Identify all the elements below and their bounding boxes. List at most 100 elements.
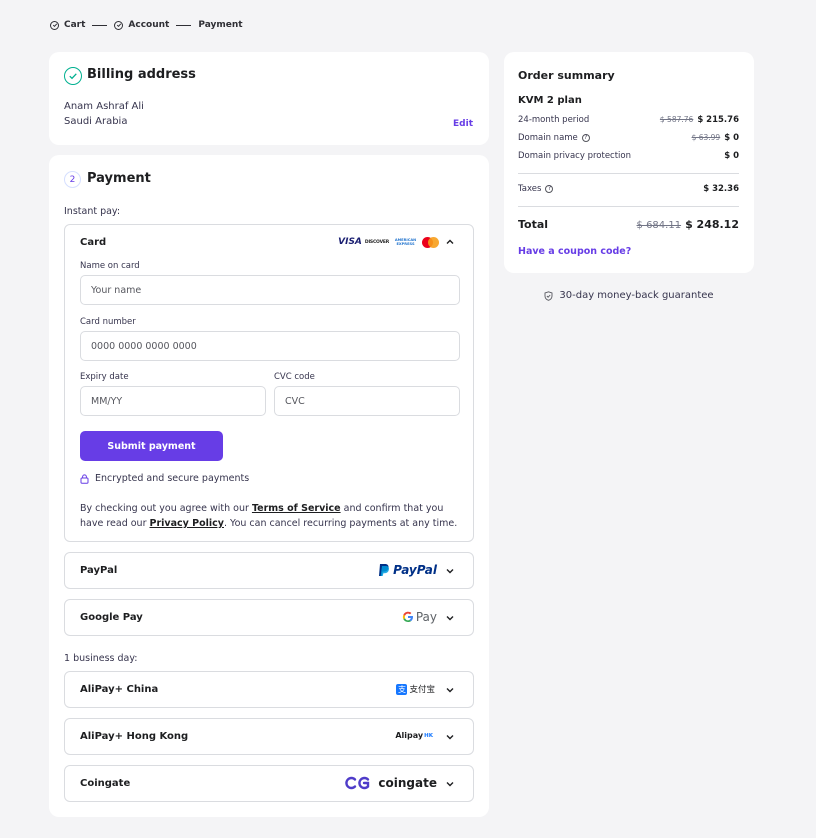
taxes-row: Taxes? $ 32.36 xyxy=(518,184,739,194)
card-method-title[interactable]: Card xyxy=(80,237,106,248)
breadcrumb-separator xyxy=(176,24,192,26)
secure-payments-text: Encrypted and secure payments xyxy=(95,473,250,484)
alipay-china-method[interactable]: AliPay+ China 支 支付宝 xyxy=(64,671,474,708)
chevron-down-icon[interactable] xyxy=(445,613,455,623)
paypal-p-icon xyxy=(379,564,390,576)
google-pay-method[interactable]: Google Pay Pay xyxy=(64,599,474,636)
coingate-method-title: Coingate xyxy=(80,778,131,789)
payment-title: Payment xyxy=(87,171,151,186)
total-label: Total xyxy=(518,218,549,231)
billing-address-card: Billing address Anam Ashraf Ali Saudi Ar… xyxy=(49,52,489,145)
secure-payments-note: Encrypted and secure payments xyxy=(80,473,249,484)
google-pay-logo: Pay xyxy=(402,610,437,624)
alipay-hk-method[interactable]: AliPay+ Hong Kong Alipay HK xyxy=(64,718,474,755)
step-number: 2 xyxy=(64,171,81,188)
plan-name: KVM 2 plan xyxy=(518,95,582,106)
name-on-card-label: Name on card xyxy=(80,261,140,271)
cvc-code-label: CVC code xyxy=(274,372,315,382)
privacy-price: $ 0 xyxy=(724,151,739,161)
lock-icon xyxy=(80,473,89,484)
coupon-code-link[interactable]: Have a coupon code? xyxy=(518,246,631,257)
period-price-group: $ 587.76 $ 215.76 xyxy=(660,115,739,125)
period-price: $ 215.76 xyxy=(697,115,739,125)
total-price: $ 248.12 xyxy=(685,218,739,231)
privacy-label: Domain privacy protection xyxy=(518,151,632,161)
coingate-logo: coingate xyxy=(345,776,437,790)
breadcrumb-step-account[interactable]: Account xyxy=(114,20,169,30)
period-row: 24-month period $ 587.76 $ 215.76 xyxy=(518,115,739,125)
domain-price-group: $ 63.99 $ 0 xyxy=(692,133,739,143)
alipay-icon: 支 xyxy=(396,683,408,695)
breadcrumb-step-payment: Payment xyxy=(198,20,242,30)
business-day-label: 1 business day: xyxy=(64,653,138,664)
chevron-down-icon[interactable] xyxy=(445,566,455,576)
terms-text-part: . You can cancel recurring payments at a… xyxy=(223,518,458,529)
google-pay-wordmark: Pay xyxy=(415,610,437,624)
terms-text: By checking out you agree with our Terms… xyxy=(80,501,465,531)
cvc-code-input[interactable] xyxy=(274,386,460,416)
amex-logo: AMERICAN EXPRESS xyxy=(394,238,417,246)
breadcrumb-separator xyxy=(92,24,108,26)
alipay-hk-logo: Alipay HK xyxy=(395,731,433,740)
summary-divider xyxy=(518,173,739,174)
payment-card: 2 Payment Instant pay: Card VISA DISCOVE… xyxy=(49,155,489,817)
domain-label-group: Domain name? xyxy=(518,133,590,143)
help-icon[interactable]: ? xyxy=(581,133,590,142)
breadcrumb-label: Cart xyxy=(64,20,86,30)
total-old-price: $ 684.11 xyxy=(636,220,682,231)
help-icon[interactable]: ? xyxy=(545,184,554,193)
discover-logo: DISCOVER xyxy=(364,239,389,245)
paypal-method[interactable]: PayPal PayPal xyxy=(64,552,474,589)
alipay-hk-wordmark: Alipay xyxy=(395,731,424,740)
coingate-method[interactable]: Coingate coingate xyxy=(64,765,474,802)
taxes-price: $ 32.36 xyxy=(703,184,739,194)
taxes-label: Taxes xyxy=(518,184,542,194)
check-icon xyxy=(50,20,59,30)
terms-text-part: By checking out you agree with our xyxy=(80,503,252,514)
chevron-down-icon[interactable] xyxy=(445,779,455,789)
breadcrumb: Cart Account Payment xyxy=(50,19,243,31)
paypal-method-title: PayPal xyxy=(80,565,118,576)
alipay-hk-suffix: HK xyxy=(424,732,433,739)
domain-old-price: $ 63.99 xyxy=(691,133,721,142)
coingate-wordmark: coingate xyxy=(378,776,437,790)
period-label: 24-month period xyxy=(518,115,590,125)
money-back-guarantee: 30-day money-back guarantee xyxy=(504,290,754,301)
summary-divider xyxy=(518,206,739,207)
check-circle-icon xyxy=(64,67,82,85)
card-method-panel: Card VISA DISCOVER AMERICAN EXPRESS Name… xyxy=(64,224,474,542)
billing-country: Saudi Arabia xyxy=(64,116,128,127)
breadcrumb-label: Account xyxy=(128,20,170,30)
billing-title: Billing address xyxy=(87,67,196,82)
card-number-label: Card number xyxy=(80,317,136,327)
order-summary-card: Order summary KVM 2 plan 24-month period… xyxy=(504,52,754,273)
card-number-input[interactable] xyxy=(80,331,460,361)
total-row: Total $ 684.11 $ 248.12 xyxy=(518,218,739,231)
alipay-china-logo: 支 支付宝 xyxy=(396,683,435,695)
terms-of-service-link[interactable]: Terms of Service xyxy=(252,503,341,514)
mastercard-logo xyxy=(422,236,439,248)
name-on-card-input[interactable] xyxy=(80,275,460,305)
expiry-date-input[interactable] xyxy=(80,386,266,416)
domain-row: Domain name? $ 63.99 $ 0 xyxy=(518,133,739,143)
privacy-policy-link[interactable]: Privacy Policy xyxy=(150,518,224,529)
breadcrumb-label: Payment xyxy=(198,20,243,30)
google-pay-method-title: Google Pay xyxy=(80,612,143,623)
expiry-date-label: Expiry date xyxy=(80,372,129,382)
breadcrumb-step-cart[interactable]: Cart xyxy=(50,20,85,30)
alipay-hk-method-title: AliPay+ Hong Kong xyxy=(80,731,189,742)
chevron-up-icon[interactable] xyxy=(445,237,455,247)
alipay-china-method-title: AliPay+ China xyxy=(80,684,159,695)
google-g-icon xyxy=(402,611,413,622)
edit-billing-link[interactable]: Edit xyxy=(453,119,473,129)
period-old-price: $ 587.76 xyxy=(659,115,694,124)
shield-check-icon xyxy=(544,290,553,301)
paypal-wordmark: PayPal xyxy=(393,563,437,577)
domain-label: Domain name xyxy=(518,133,578,143)
coingate-icon xyxy=(345,776,370,790)
submit-payment-button[interactable]: Submit payment xyxy=(80,431,223,461)
card-brand-logos: VISA DISCOVER AMERICAN EXPRESS xyxy=(338,236,439,248)
chevron-down-icon[interactable] xyxy=(445,685,455,695)
taxes-label-group: Taxes? xyxy=(518,184,554,194)
chevron-down-icon[interactable] xyxy=(445,732,455,742)
